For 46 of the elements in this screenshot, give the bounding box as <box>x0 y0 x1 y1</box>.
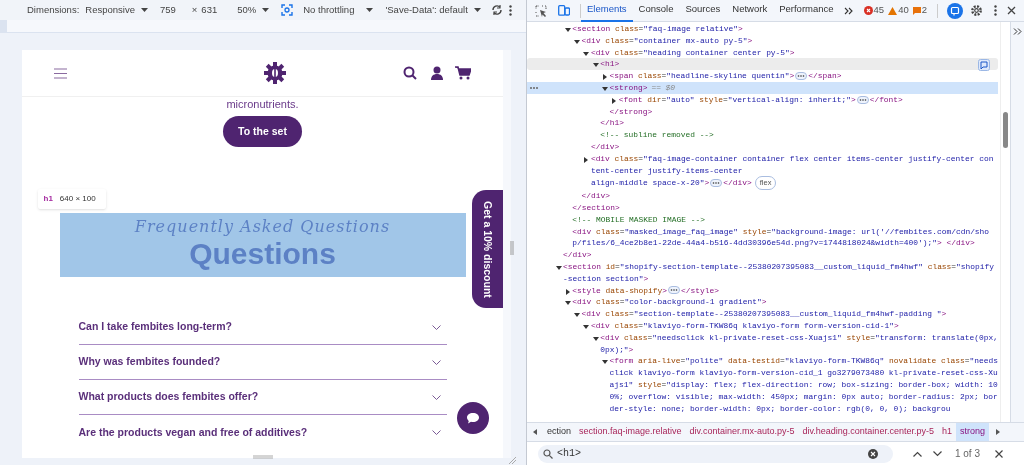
error-counter[interactable]: 45 <box>863 3 885 18</box>
height-field[interactable]: 631 <box>201 2 218 18</box>
devtools-tab[interactable]: Elements <box>581 0 633 22</box>
warning-count: 40 <box>898 3 909 18</box>
faq-question: Why was fembites founded? <box>78 354 222 370</box>
search-value: <h1> <box>557 447 582 461</box>
issue-count: 2 <box>921 3 927 18</box>
breadcrumb[interactable]: strong <box>955 423 989 441</box>
breadcrumb[interactable]: h1 <box>937 423 956 441</box>
dimensions-label: Dimensions: <box>27 2 80 17</box>
search-field[interactable]: <h1> <box>538 444 893 463</box>
zoom-value: 50% <box>237 2 257 17</box>
discount-tab[interactable]: Get a 10% discount <box>472 190 503 308</box>
faq-heading: Questions <box>189 237 336 271</box>
breadcrumb[interactable]: ection <box>543 423 576 441</box>
throttling-value: No throttling <box>303 2 355 17</box>
devtools-tab[interactable]: Network <box>726 0 774 22</box>
save-data-value: 'Save-Data': default <box>385 2 468 17</box>
breadcrumb[interactable]: div.heading.container.center.py-5 <box>798 423 938 441</box>
devtools-tab[interactable]: Performance <box>773 0 840 22</box>
match-count: 1 of 3 <box>954 447 980 461</box>
faq-question: Are the products vegan and free of additives? <box>78 424 309 440</box>
warning-counter[interactable]: 40 <box>888 3 909 18</box>
devtools-tab[interactable]: Sources <box>679 0 727 22</box>
devtools-tab[interactable]: Console <box>632 0 680 22</box>
device-value: Responsive <box>85 2 135 17</box>
breadcrumb[interactable]: div.container.mx-auto.py-5 <box>685 423 799 441</box>
faq-item[interactable]: Are the products vegan and free of additives? <box>78 415 447 450</box>
breadcrumb[interactable]: section.faq-image.relative <box>575 423 686 441</box>
width-field[interactable]: 759 <box>159 2 176 18</box>
body-text: micronutrients. <box>226 97 299 111</box>
zoom-dropdown[interactable]: 50% <box>237 2 270 18</box>
faq-item[interactable]: Why was fembites founded? <box>78 345 447 380</box>
tooltip-size: 640 × 100 <box>59 193 96 205</box>
device-dropdown[interactable]: Responsive <box>85 2 148 18</box>
save-data-dropdown[interactable]: 'Save-Data': default <box>385 2 481 18</box>
faq-question: Can I take fembites long-term? <box>78 319 233 335</box>
tooltip-tag: h1 <box>43 193 53 205</box>
issues-counter[interactable]: 2 <box>912 3 927 18</box>
to-the-set-button[interactable]: To the set <box>223 116 302 147</box>
error-count: 45 <box>873 3 885 18</box>
faq-item[interactable]: What products does fembites offer? <box>78 380 447 415</box>
faq-question: What products does fembites offer? <box>78 389 260 405</box>
script-heading: Frequently Asked Questions <box>134 217 391 237</box>
times-sign: × <box>191 2 198 17</box>
faq-item[interactable]: Can I take fembites long-term? <box>78 310 447 345</box>
